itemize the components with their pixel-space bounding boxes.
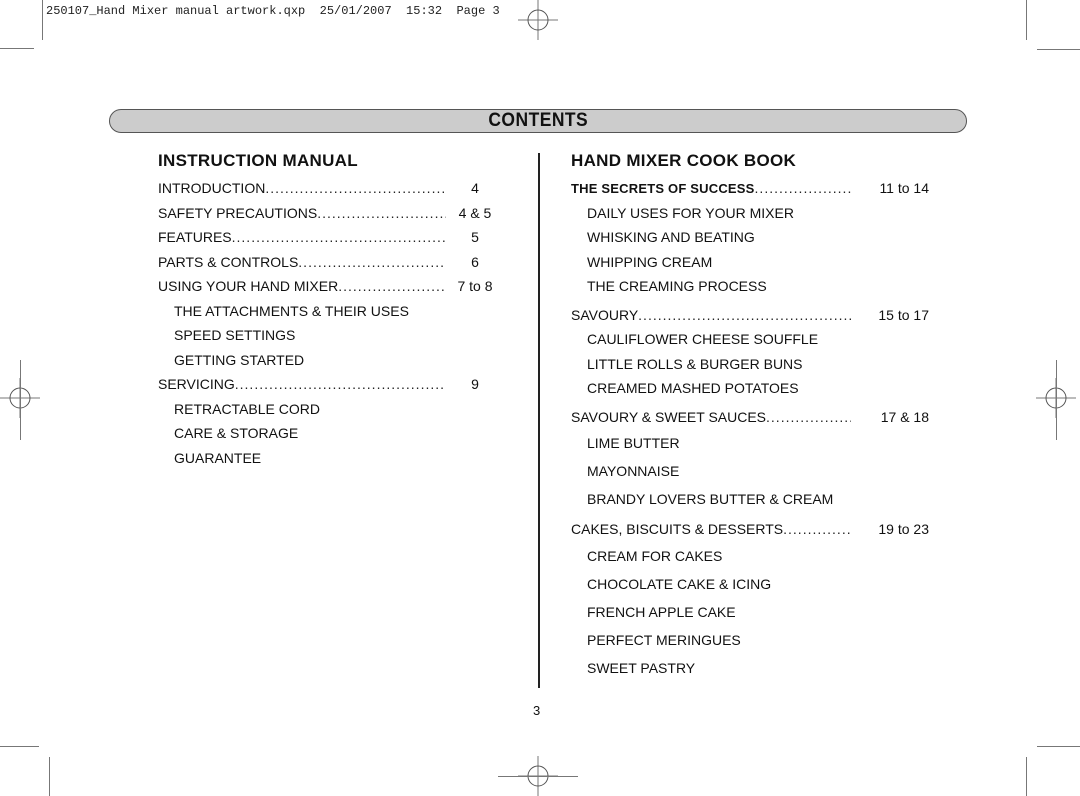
column-divider: [538, 153, 540, 688]
registration-mark-bottom-stem: [498, 776, 578, 777]
toc-entry-page: 7 to 8: [457, 278, 493, 294]
toc-entry-label: SAFETY PRECAUTIONS: [158, 204, 318, 221]
toc-subentry[interactable]: LIME BUTTER: [571, 429, 929, 457]
toc-subentry[interactable]: WHIPPING CREAM: [571, 250, 929, 275]
crop-mark-top-left-vertical: [42, 0, 43, 40]
registration-mark-top-icon: [518, 0, 558, 40]
toc-subentry[interactable]: GETTING STARTED: [158, 348, 498, 373]
crop-mark-top-right-vertical: [1026, 0, 1027, 40]
toc-entry-page: 5: [471, 229, 479, 245]
toc-entry[interactable]: CAKES, BISCUITS & DESSERTS 19 to 23: [571, 517, 929, 542]
toc-entry[interactable]: USING YOUR HAND MIXER 7 to 8: [158, 274, 498, 299]
toc-entry-label: SAVOURY & SWEET SAUCES: [571, 408, 767, 425]
toc-entry-page: 15 to 17: [878, 306, 929, 323]
page-number: 3: [533, 703, 541, 718]
toc-entry-label: THE SECRETS OF SUCCESS: [571, 181, 755, 196]
dot-leader: [638, 303, 851, 328]
toc-subentry[interactable]: GUARANTEE: [158, 446, 498, 471]
crop-mark-top-right-horizontal: [1037, 49, 1080, 50]
toc-entry[interactable]: INTRODUCTION 4: [158, 176, 498, 201]
toc-subentry[interactable]: CHOCOLATE CAKE & ICING: [571, 570, 929, 598]
registration-mark-left-stem: [20, 360, 21, 440]
toc-subentry[interactable]: THE ATTACHMENTS & THEIR USES: [158, 299, 498, 324]
dot-leader: [783, 517, 851, 542]
toc-entry-label: INTRODUCTION: [158, 180, 266, 196]
cook-book-title: HAND MIXER COOK BOOK: [571, 151, 797, 170]
toc-subentry[interactable]: MAYONNAISE: [571, 457, 929, 485]
toc-entry-label: FEATURES: [158, 229, 232, 245]
toc-subentry[interactable]: CREAMED MASHED POTATOES: [571, 376, 929, 401]
dot-leader: [235, 372, 446, 397]
toc-subentry[interactable]: CREAM FOR CAKES: [571, 542, 929, 570]
cook-book-section: HAND MIXER COOK BOOK THE SECRETS OF SUCC…: [571, 150, 929, 682]
dot-leader: [338, 274, 446, 299]
toc-entry-label: SERVICING: [158, 376, 235, 392]
contents-banner: CONTENTS: [109, 109, 967, 133]
toc-subentry[interactable]: RETRACTABLE CORD: [158, 397, 498, 422]
toc-entry[interactable]: SERVICING 9: [158, 372, 498, 397]
dot-leader: [232, 225, 446, 250]
toc-entry-page: 6: [471, 253, 479, 270]
crop-mark-bottom-left-vertical: [49, 757, 50, 796]
instruction-manual-entries: INTRODUCTION 4 SAFETY PRECAUTIONS 4 & 5 FEAT…: [158, 176, 498, 470]
toc-subentry[interactable]: CAULIFLOWER CHEESE SOUFFLE: [571, 327, 929, 352]
toc-subentry[interactable]: THE CREAMING PROCESS: [571, 274, 929, 299]
instruction-manual-title: INSTRUCTION MANUAL: [158, 151, 358, 170]
toc-entry[interactable]: SAVOURY & SWEET SAUCES 17 & 18: [571, 405, 929, 430]
toc-subentry[interactable]: SPEED SETTINGS: [158, 323, 498, 348]
crop-mark-top-left-horizontal: [0, 48, 34, 49]
toc-entry-page: 17 & 18: [880, 408, 929, 425]
toc-entry-page: 19 to 23: [878, 521, 929, 537]
registration-mark-right-stem: [1056, 360, 1057, 440]
contents-title: CONTENTS: [488, 110, 588, 131]
toc-entry-label: CAKES, BISCUITS & DESSERTS: [571, 521, 784, 537]
crop-mark-bottom-right-horizontal: [1037, 746, 1080, 747]
toc-subentry[interactable]: SWEET PASTRY: [571, 654, 929, 682]
toc-entry-page: 4: [471, 180, 479, 196]
dot-leader: [766, 405, 851, 430]
toc-subentry[interactable]: PERFECT MERINGUES: [571, 626, 929, 654]
dot-leader: [298, 250, 446, 275]
toc-subentry[interactable]: LITTLE ROLLS & BURGER BUNS: [571, 352, 929, 377]
toc-entry[interactable]: SAFETY PRECAUTIONS 4 & 5: [158, 201, 498, 226]
toc-entry[interactable]: SAVOURY 15 to 17: [571, 303, 929, 328]
toc-entry[interactable]: FEATURES 5: [158, 225, 498, 250]
dot-leader: [755, 176, 851, 201]
dot-leader: [265, 176, 446, 201]
crop-mark-bottom-left-horizontal: [0, 746, 39, 747]
toc-entry-page: 11 to 14: [879, 180, 929, 196]
toc-subentry[interactable]: FRENCH APPLE CAKE: [571, 598, 929, 626]
toc-entry-page: 4 & 5: [458, 204, 492, 221]
toc-entry-page: 9: [471, 376, 479, 392]
crop-mark-bottom-right-vertical: [1026, 757, 1027, 796]
toc-subentry[interactable]: WHISKING AND BEATING: [571, 225, 929, 250]
file-slug-line: 250107_Hand Mixer manual artwork.qxp 25/…: [46, 4, 500, 18]
toc-subentry[interactable]: BRANDY LOVERS BUTTER & CREAM: [571, 485, 929, 513]
cook-book-entries: THE SECRETS OF SUCCESS 11 to 14 DAILY USES…: [571, 176, 929, 682]
toc-entry-label: PARTS & CONTROLS: [158, 253, 299, 270]
instruction-manual-section: INSTRUCTION MANUAL INTRODUCTION 4 SAFETY P…: [158, 150, 498, 470]
toc-entry[interactable]: PARTS & CONTROLS 6: [158, 250, 498, 275]
dot-leader: [317, 201, 446, 226]
toc-entry[interactable]: THE SECRETS OF SUCCESS 11 to 14: [571, 176, 929, 201]
toc-entry-label: USING YOUR HAND MIXER: [158, 278, 339, 294]
toc-entry-label: SAVOURY: [571, 306, 639, 323]
toc-subentry[interactable]: DAILY USES FOR YOUR MIXER: [571, 201, 929, 226]
toc-subentry[interactable]: CARE & STORAGE: [158, 421, 498, 446]
